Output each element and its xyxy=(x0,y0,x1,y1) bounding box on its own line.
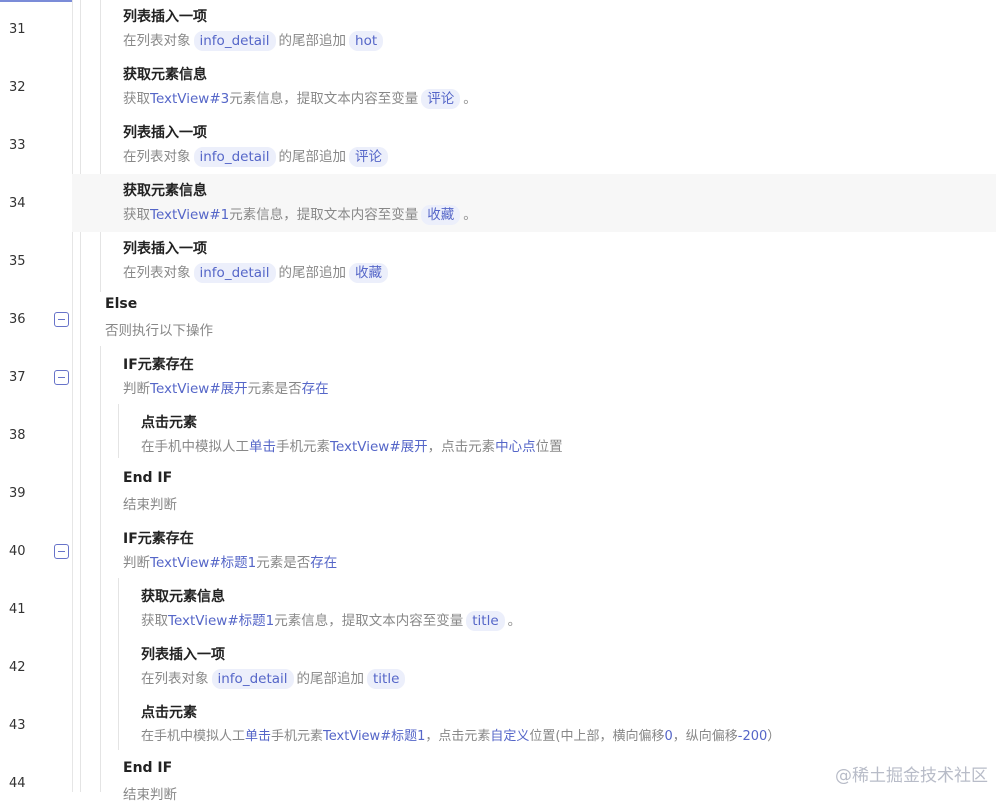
condition-ref: 存在 xyxy=(310,555,338,571)
step-description: 在列表对象 info_detail 的尾部追加 hot xyxy=(123,29,386,51)
line-number: 37 xyxy=(9,370,26,385)
line-number: 34 xyxy=(9,196,26,211)
step-title: 获取元素信息 xyxy=(123,67,207,83)
step-row[interactable]: 43 点击元素 在手机中模拟人工单击手机元素TextView#标题1，点击元素自… xyxy=(0,696,996,754)
step-title: End IF xyxy=(123,470,173,486)
step-title: IF元素存在 xyxy=(123,531,194,547)
line-number: 40 xyxy=(9,544,26,559)
variable-pill: title xyxy=(367,669,406,689)
line-number: 44 xyxy=(9,776,26,791)
line-number: 31 xyxy=(9,22,26,37)
variable-pill: info_detail xyxy=(193,31,276,51)
step-description: 在列表对象 info_detail 的尾部追加 评论 xyxy=(123,145,391,167)
line-number: 41 xyxy=(9,602,26,617)
line-number: 32 xyxy=(9,80,26,95)
step-description: 获取TextView#3元素信息，提取文本内容至变量 评论。 xyxy=(123,89,477,109)
line-number: 38 xyxy=(9,428,26,443)
variable-pill: 收藏 xyxy=(421,205,461,225)
step-row[interactable]: 32 获取元素信息 获取TextView#3元素信息，提取文本内容至变量 评论。 xyxy=(0,58,996,116)
variable-pill: hot xyxy=(349,31,384,51)
step-row[interactable]: 33 列表插入一项 在列表对象 info_detail 的尾部追加 评论 xyxy=(0,116,996,174)
step-title: End IF xyxy=(123,760,173,776)
step-description: 结束判断 xyxy=(123,787,177,803)
collapse-icon[interactable] xyxy=(54,370,69,385)
step-description: 在手机中模拟人工单击手机元素TextView#标题1，点击元素自定义位置(中上部… xyxy=(141,729,781,744)
condition-ref: 存在 xyxy=(301,381,329,397)
element-ref: TextView#展开 xyxy=(330,439,428,455)
step-description: 判断TextView#标题1元素是否存在 xyxy=(123,555,338,571)
step-description: 结束判断 xyxy=(123,497,177,513)
step-description: 判断TextView#展开元素是否存在 xyxy=(123,381,329,397)
step-title: 点击元素 xyxy=(141,415,197,431)
element-ref: TextView#标题1 xyxy=(323,729,426,744)
step-title: 列表插入一项 xyxy=(123,9,207,25)
collapse-icon[interactable] xyxy=(54,312,69,327)
step-row[interactable]: 37 IF元素存在 判断TextView#展开元素是否存在 xyxy=(0,348,996,406)
element-ref: TextView#标题1 xyxy=(150,555,257,571)
step-description: 否则执行以下操作 xyxy=(105,323,213,339)
element-ref: TextView#展开 xyxy=(150,381,248,397)
collapse-icon[interactable] xyxy=(54,544,69,559)
step-row-highlighted[interactable]: 34 获取元素信息 获取TextView#1元素信息，提取文本内容至变量 收藏。 xyxy=(0,174,996,232)
line-number: 43 xyxy=(9,718,26,733)
line-number: 39 xyxy=(9,486,26,501)
watermark: @稀土掘金技术社区 xyxy=(835,766,988,786)
step-row[interactable]: 42 列表插入一项 在列表对象 info_detail 的尾部追加 title xyxy=(0,638,996,696)
step-row[interactable]: 41 获取元素信息 获取TextView#标题1元素信息，提取文本内容至变量 ti… xyxy=(0,580,996,638)
step-description: 获取TextView#1元素信息，提取文本内容至变量 收藏。 xyxy=(123,205,477,225)
variable-pill: info_detail xyxy=(211,669,294,689)
element-ref: TextView#3 xyxy=(150,91,230,107)
step-title: 点击元素 xyxy=(141,705,197,721)
step-row[interactable]: 39 End IF 结束判断 xyxy=(0,464,996,522)
step-row[interactable]: 35 列表插入一项 在列表对象 info_detail 的尾部追加 收藏 xyxy=(0,232,996,290)
variable-pill: 评论 xyxy=(349,147,389,167)
variable-pill: 评论 xyxy=(421,89,461,109)
step-title: 列表插入一项 xyxy=(141,647,225,663)
step-row[interactable]: 38 点击元素 在手机中模拟人工单击手机元素TextView#展开，点击元素中心… xyxy=(0,406,996,464)
step-row[interactable]: 36 Else 否则执行以下操作 xyxy=(0,290,996,348)
element-ref: TextView#1 xyxy=(150,207,230,223)
element-ref: TextView#标题1 xyxy=(168,613,275,629)
variable-pill: info_detail xyxy=(193,147,276,167)
line-number: 42 xyxy=(9,660,26,675)
line-number: 36 xyxy=(9,312,26,327)
step-row[interactable]: 40 IF元素存在 判断TextView#标题1元素是否存在 xyxy=(0,522,996,580)
step-title: 列表插入一项 xyxy=(123,241,207,257)
step-description: 在手机中模拟人工单击手机元素TextView#展开，点击元素中心点位置 xyxy=(141,439,563,455)
step-description: 在列表对象 info_detail 的尾部追加 title xyxy=(141,667,408,689)
step-title: 列表插入一项 xyxy=(123,125,207,141)
step-title: 获取元素信息 xyxy=(123,183,207,199)
step-title: IF元素存在 xyxy=(123,357,194,373)
step-title: 获取元素信息 xyxy=(141,589,225,605)
step-row[interactable]: 31 列表插入一项 在列表对象 info_detail 的尾部追加 hot xyxy=(0,0,996,58)
line-number: 33 xyxy=(9,138,26,153)
step-description: 获取TextView#标题1元素信息，提取文本内容至变量 title。 xyxy=(141,611,522,631)
step-description: 在列表对象 info_detail 的尾部追加 收藏 xyxy=(123,261,391,283)
variable-pill: 收藏 xyxy=(349,263,389,283)
variable-pill: title xyxy=(466,611,505,631)
step-title: Else xyxy=(105,296,138,312)
variable-pill: info_detail xyxy=(193,263,276,283)
line-number: 35 xyxy=(9,254,26,269)
